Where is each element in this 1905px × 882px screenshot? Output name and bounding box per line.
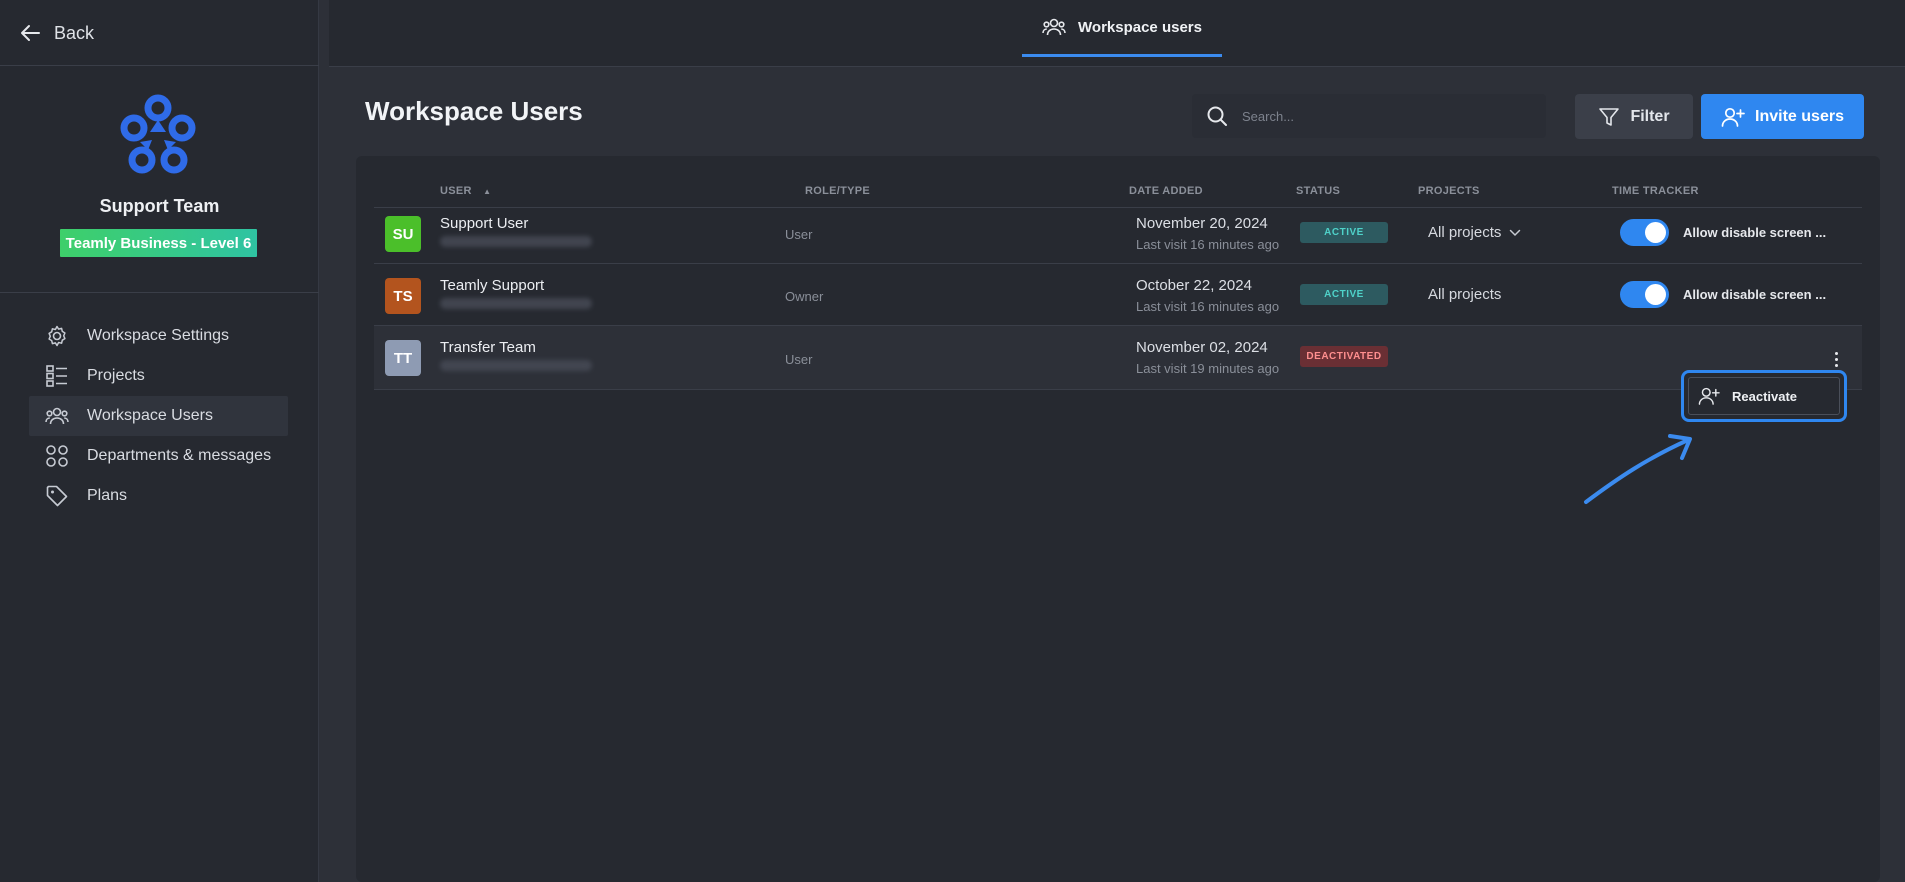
annotation-arrow-icon (1584, 434, 1692, 504)
sidebar: Back Support Team Teamly Business - Leve… (0, 0, 319, 882)
user-name: Support User (440, 215, 529, 232)
last-visit: Last visit 16 minutes ago (1136, 299, 1280, 314)
projects-value: All projects (1428, 224, 1502, 241)
sidebar-item-label: Workspace Users (87, 407, 213, 424)
time-tracker-toggle[interactable] (1620, 219, 1669, 246)
user-email-blurred (440, 360, 592, 371)
users-table-panel: USER ▲ ROLE/TYPE DATE ADDED STATUS PROJE… (356, 156, 1880, 882)
time-tracker-toggle[interactable] (1620, 281, 1669, 308)
reactivate-label: Reactivate (1732, 388, 1798, 404)
column-header-date: DATE ADDED (1129, 185, 1203, 197)
column-header-label: USER (440, 185, 472, 197)
sidebar-item-label: Departments & messages (87, 447, 272, 464)
team-name: Support Team (99, 196, 220, 216)
date-added: November 20, 2024 (1136, 215, 1268, 232)
table-row[interactable]: SU Support User User November 20, 2024 L… (374, 202, 1862, 264)
projects-label: All projects (1428, 286, 1502, 303)
user-role: User (785, 352, 813, 367)
sidebar-nav: Workspace Settings Projects Workspace Us… (29, 316, 288, 516)
status-badge: ACTIVE (1300, 222, 1388, 243)
last-visit: Last visit 16 minutes ago (1136, 237, 1280, 252)
time-tracker-label: Allow disable screen ... (1683, 287, 1827, 302)
time-tracker-label: Allow disable screen ... (1683, 225, 1827, 240)
users-icon (45, 407, 69, 425)
tag-icon (46, 485, 68, 507)
team-logo-icon (120, 94, 196, 174)
user-email-blurred (440, 298, 592, 309)
divider (0, 292, 319, 293)
back-button[interactable]: Back (20, 18, 94, 48)
sidebar-item-label: Projects (87, 367, 145, 384)
avatar: TT (385, 340, 421, 376)
tab-workspace-users[interactable]: Workspace users (1022, 0, 1222, 57)
table-row[interactable]: TS Teamly Support Owner October 22, 2024… (374, 264, 1862, 326)
add-user-icon (1698, 387, 1720, 405)
sidebar-item-workspace-users[interactable]: Workspace Users (29, 396, 288, 436)
plan-badge: Teamly Business - Level 6 (60, 229, 257, 257)
projects-dropdown[interactable]: All projects (1428, 224, 1521, 241)
add-user-icon (1721, 107, 1745, 127)
column-header-status: STATUS (1296, 185, 1341, 197)
date-added: October 22, 2024 (1136, 277, 1252, 294)
projects-value: All projects (1428, 286, 1501, 303)
page-title: Workspace Users (365, 96, 583, 126)
user-name: Teamly Support (440, 277, 545, 294)
top-bar: Workspace users (329, 0, 1905, 67)
column-header-user[interactable]: USER ▲ (440, 185, 491, 197)
tab-label: Workspace users (1078, 18, 1202, 36)
status-badge: DEACTIVATED (1300, 346, 1388, 367)
user-role: Owner (785, 289, 824, 304)
row-actions-kebab-icon[interactable] (1830, 348, 1842, 370)
reactivate-menu-item[interactable]: Reactivate (1681, 370, 1847, 422)
user-role: User (785, 227, 813, 242)
app-window: Back Support Team Teamly Business - Leve… (0, 0, 1905, 882)
user-name: Transfer Team (440, 339, 536, 356)
avatar: TS (385, 278, 421, 314)
invite-label: Invite users (1755, 107, 1844, 125)
filter-label: Filter (1630, 107, 1670, 125)
gear-icon (48, 325, 66, 347)
column-header-role: ROLE/TYPE (805, 185, 871, 197)
sidebar-item-plans[interactable]: Plans (29, 476, 288, 516)
search-box (1192, 94, 1546, 138)
sidebar-item-workspace-settings[interactable]: Workspace Settings (29, 316, 288, 356)
sidebar-item-projects[interactable]: Projects (29, 356, 288, 396)
arrow-left-icon (21, 25, 40, 41)
sidebar-item-label: Workspace Settings (87, 327, 229, 344)
sidebar-item-departments[interactable]: Departments & messages (29, 436, 288, 476)
date-added: November 02, 2024 (1136, 339, 1268, 356)
user-email-blurred (440, 236, 592, 247)
sort-icon: ▲ (483, 187, 492, 196)
search-icon (1207, 106, 1227, 126)
list-icon (46, 365, 67, 387)
grid-circles-icon (46, 445, 68, 467)
chevron-down-icon (1510, 229, 1521, 236)
divider (0, 65, 319, 66)
back-label: Back (54, 22, 95, 43)
filter-icon (1599, 107, 1620, 126)
column-header-time-tracker: TIME TRACKER (1612, 185, 1699, 197)
avatar: SU (385, 216, 421, 252)
status-badge: ACTIVE (1300, 284, 1388, 305)
users-icon (1042, 18, 1066, 36)
search-input[interactable] (1242, 108, 1532, 124)
last-visit: Last visit 19 minutes ago (1136, 361, 1280, 376)
column-header-projects: PROJECTS (1418, 185, 1480, 197)
table-row[interactable]: TT Transfer Team User November 02, 2024 … (374, 326, 1862, 390)
invite-users-button[interactable]: Invite users (1701, 94, 1864, 139)
filter-button[interactable]: Filter (1575, 94, 1693, 139)
sidebar-item-label: Plans (87, 487, 128, 504)
